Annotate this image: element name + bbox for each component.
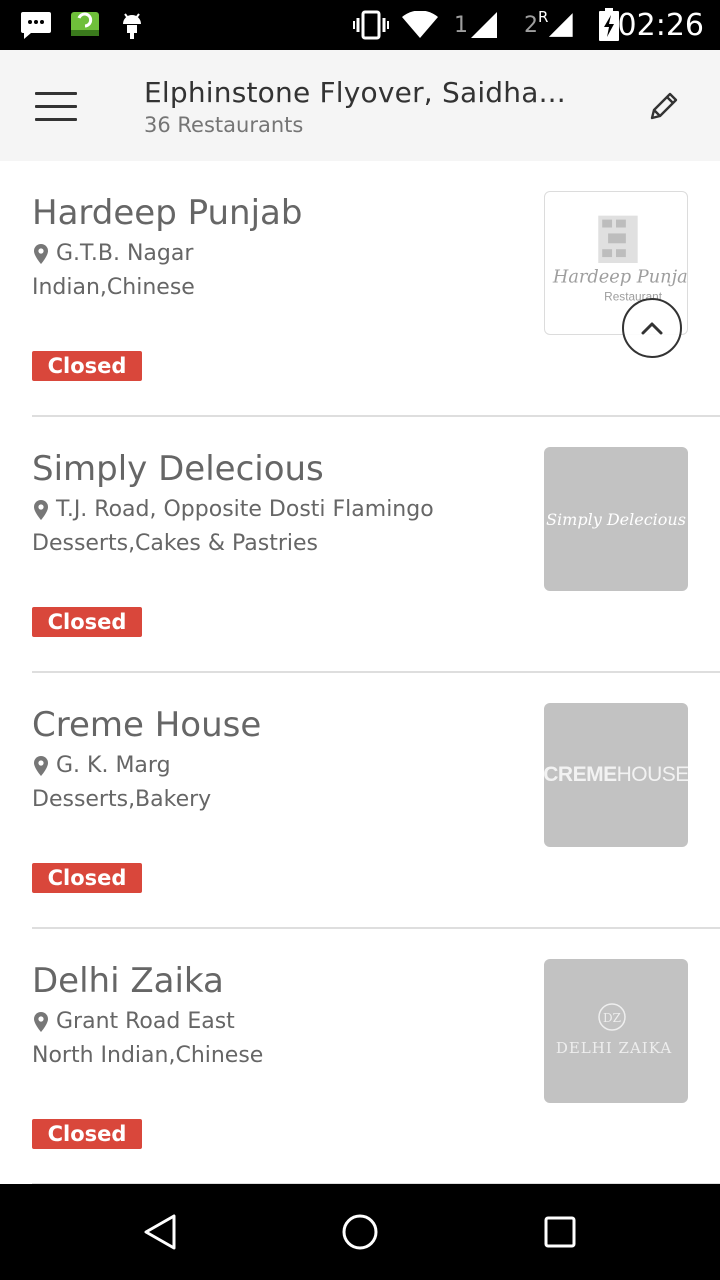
- restaurant-item[interactable]: Simply Delecious T.J. Road, Opposite Dos…: [0, 417, 720, 673]
- app-notification-icon: [68, 0, 102, 50]
- status-badge: Closed: [32, 863, 142, 893]
- logo-mark: DZ: [603, 1011, 621, 1025]
- menu-button[interactable]: [20, 78, 92, 134]
- signal-sim2-icon: 2 R: [524, 0, 574, 50]
- restaurant-item[interactable]: Creme House G. K. Marg Desserts,Bakery C…: [0, 673, 720, 929]
- logo-text: DELHI ZAIKA: [556, 1039, 672, 1057]
- hamburger-icon: [35, 91, 77, 95]
- status-bar: 1 2 R 02:26: [0, 0, 720, 50]
- logo-text: Hardeep Punja: [552, 268, 688, 288]
- home-circle-icon: [342, 1214, 378, 1250]
- location-text: Grant Road East: [56, 1009, 235, 1034]
- restaurant-location: Grant Road East: [32, 1009, 235, 1034]
- restaurant-location: T.J. Road, Opposite Dosti Flamingo: [32, 497, 434, 522]
- sim1-label: 1: [454, 12, 468, 38]
- location-pin-icon: [32, 1011, 50, 1033]
- restaurant-name: Simply Delecious: [32, 449, 324, 489]
- restaurant-cuisine: North Indian,Chinese: [32, 1043, 264, 1068]
- home-button[interactable]: [336, 1208, 384, 1256]
- page-title[interactable]: Elphinstone Flyover, Saidha...: [144, 76, 574, 109]
- restaurant-count: 36 Restaurants: [144, 113, 304, 137]
- android-debug-icon: [118, 0, 146, 50]
- wifi-icon: [400, 0, 440, 50]
- pencil-icon: [650, 92, 678, 120]
- restaurant-name: Creme House: [32, 705, 262, 745]
- restaurant-logo: Simply Delecious: [544, 447, 688, 591]
- navigation-bar: [0, 1184, 720, 1280]
- recents-button[interactable]: [536, 1208, 584, 1256]
- restaurant-location: G.T.B. Nagar: [32, 241, 193, 266]
- back-triangle-icon: [144, 1214, 176, 1250]
- location-text: G.T.B. Nagar: [56, 241, 194, 266]
- restaurant-logo: CREMEHOUSE: [544, 703, 688, 847]
- app-bar: Elphinstone Flyover, Saidha... 36 Restau…: [0, 50, 720, 161]
- restaurant-logo: DZ DELHI ZAIKA: [544, 959, 688, 1103]
- recents-square-icon: [544, 1216, 576, 1248]
- scroll-to-top-button[interactable]: [622, 298, 682, 358]
- sim2-label: 2: [524, 12, 538, 38]
- restaurant-item[interactable]: Hardeep Punjab G.T.B. Nagar Indian,Chine…: [0, 161, 720, 417]
- edit-location-button[interactable]: [636, 78, 692, 134]
- logo-text: Simply Delecious: [546, 509, 686, 529]
- location-pin-icon: [32, 243, 50, 265]
- status-badge: Closed: [32, 1119, 142, 1149]
- restaurant-cuisine: Indian,Chinese: [32, 275, 195, 300]
- signal-sim1-icon: 1: [452, 0, 500, 50]
- restaurant-item[interactable]: Delhi Zaika Grant Road East North Indian…: [0, 929, 720, 1185]
- restaurant-location: G. K. Marg: [32, 753, 171, 778]
- location-text: T.J. Road, Opposite Dosti Flamingo: [56, 497, 434, 522]
- restaurant-cuisine: Desserts,Bakery: [32, 787, 212, 812]
- chevron-up-icon: [641, 322, 663, 335]
- status-time: 02:26: [617, 7, 704, 43]
- messages-icon: [18, 0, 54, 50]
- logo-text: CREMEHOUSE: [544, 763, 688, 786]
- location-pin-icon: [32, 755, 50, 777]
- restaurant-list: Hardeep Punjab G.T.B. Nagar Indian,Chine…: [0, 161, 720, 1185]
- location-text: G. K. Marg: [56, 753, 171, 778]
- restaurant-name: Delhi Zaika: [32, 961, 224, 1001]
- restaurant-name: Hardeep Punjab: [32, 193, 303, 233]
- roaming-label: R: [538, 8, 549, 26]
- vibrate-icon: [352, 0, 390, 50]
- back-button[interactable]: [136, 1208, 184, 1256]
- location-pin-icon: [32, 499, 50, 521]
- status-badge: Closed: [32, 607, 142, 637]
- status-badge: Closed: [32, 351, 142, 381]
- restaurant-cuisine: Desserts,Cakes & Pastries: [32, 531, 318, 556]
